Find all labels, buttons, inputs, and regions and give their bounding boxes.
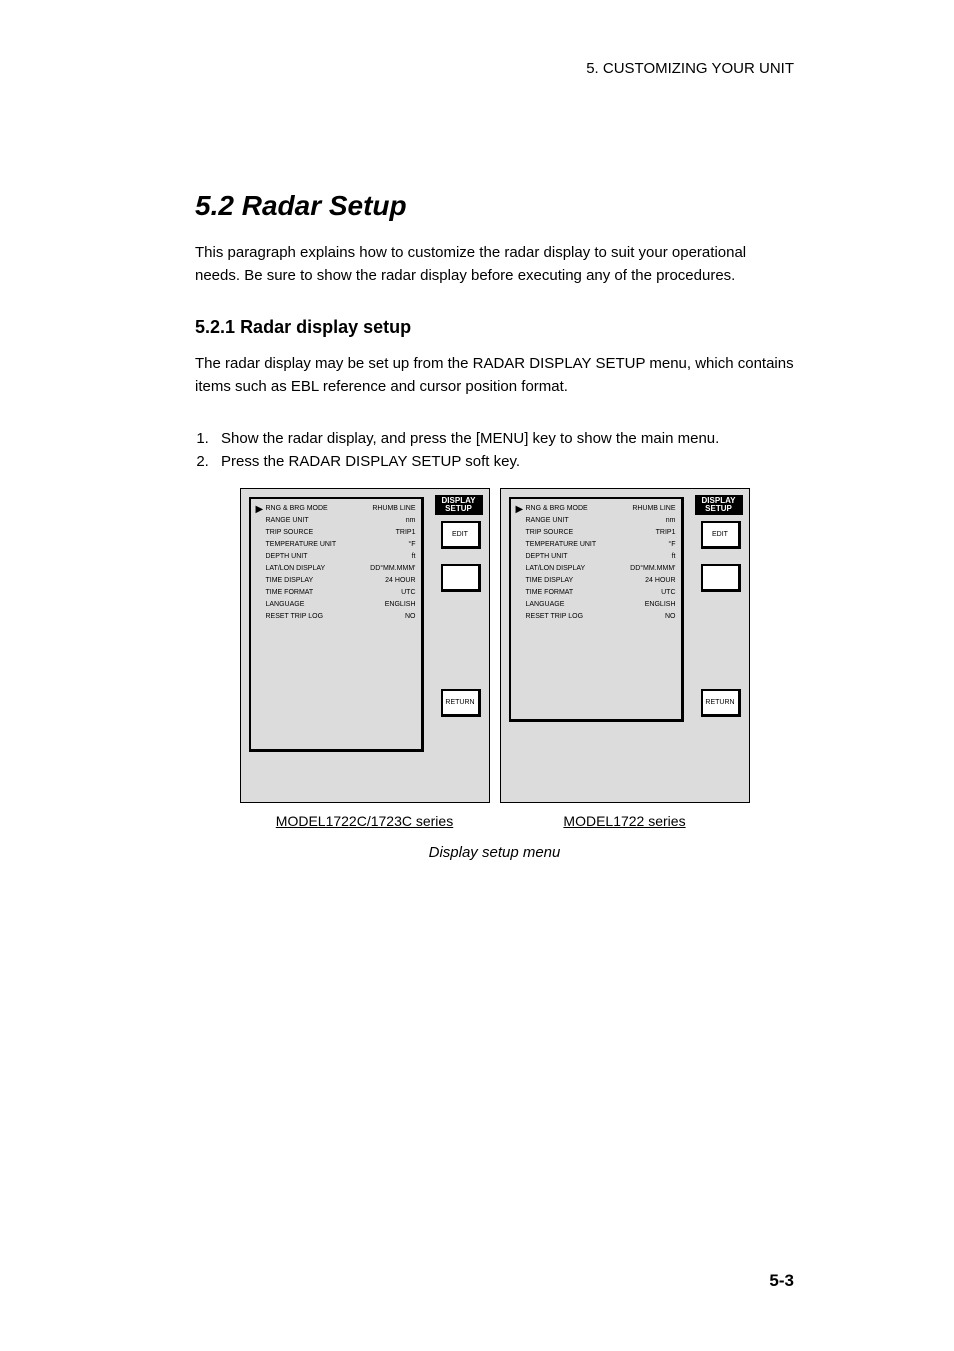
softkey-return[interactable]: RETURN bbox=[441, 689, 481, 717]
menu-item: RNG & BRG MODE bbox=[266, 505, 328, 512]
menu-value: 24 HOUR bbox=[645, 577, 675, 584]
menu-item: RNG & BRG MODE bbox=[526, 505, 588, 512]
diagram-panel-left: DISPLAY SETUP ▶ RNG & BRG MODE RHUMB LIN… bbox=[240, 488, 490, 829]
softkey-edit[interactable]: EDIT bbox=[441, 521, 481, 549]
screen-box: DISPLAY SETUP ▶ RNG & BRG MODE RHUMB LIN… bbox=[240, 488, 490, 803]
content-area: 5.2 Radar Setup This paragraph explains … bbox=[195, 190, 794, 861]
menu-value: UTC bbox=[661, 589, 675, 596]
menu-item: TRIP SOURCE bbox=[526, 529, 574, 536]
menu-value: °F bbox=[668, 541, 675, 548]
menu-value: ft bbox=[412, 553, 416, 560]
section-number: 5.2 bbox=[195, 190, 234, 221]
menu-box: ▶ RNG & BRG MODE RHUMB LINE RANGE UNIT n… bbox=[249, 497, 424, 752]
menu-value: UTC bbox=[401, 589, 415, 596]
menu-value: nm bbox=[666, 517, 676, 524]
menu-value: NO bbox=[405, 613, 416, 620]
menu-value: °F bbox=[408, 541, 415, 548]
section-title-text: Radar Setup bbox=[242, 190, 407, 221]
subsection-title-text: Radar display setup bbox=[240, 317, 411, 337]
menu-value: ENGLISH bbox=[645, 601, 676, 608]
page-number: 5-3 bbox=[769, 1271, 794, 1291]
page-header: 5. CUSTOMIZING YOUR UNIT bbox=[586, 60, 794, 77]
menu-item: DEPTH UNIT bbox=[266, 553, 308, 560]
panel-caption: MODEL1722C/1723C series bbox=[240, 813, 490, 829]
panel-caption: MODEL1722 series bbox=[500, 813, 750, 829]
menu-value: TRIP1 bbox=[656, 529, 676, 536]
diagram-container: DISPLAY SETUP ▶ RNG & BRG MODE RHUMB LIN… bbox=[195, 488, 794, 829]
menu-arrow-icon: ▶ bbox=[516, 504, 524, 515]
menu-item: LANGUAGE bbox=[266, 601, 305, 608]
menu-value: TRIP1 bbox=[396, 529, 416, 536]
softkey-blank[interactable] bbox=[701, 564, 741, 592]
menu-item: TIME FORMAT bbox=[266, 589, 314, 596]
intro-paragraph: This paragraph explains how to customize… bbox=[195, 242, 794, 287]
subsection-number: 5.2.1 bbox=[195, 317, 235, 337]
menu-item: TEMPERATURE UNIT bbox=[266, 541, 337, 548]
menu-value: DD°MM.MMM' bbox=[630, 565, 675, 572]
figure-caption: Display setup menu bbox=[195, 844, 794, 861]
menu-item: LANGUAGE bbox=[526, 601, 565, 608]
menu-value: DD°MM.MMM' bbox=[370, 565, 415, 572]
menu-item: RANGE UNIT bbox=[266, 517, 309, 524]
menu-item: LAT/LON DISPLAY bbox=[526, 565, 586, 572]
panel-title: DISPLAY SETUP bbox=[695, 495, 743, 515]
panel-title: DISPLAY SETUP bbox=[435, 495, 483, 515]
menu-item: TRIP SOURCE bbox=[266, 529, 314, 536]
menu-item: RESET TRIP LOG bbox=[266, 613, 324, 620]
menu-item: TEMPERATURE UNIT bbox=[526, 541, 597, 548]
menu-value: ft bbox=[672, 553, 676, 560]
subsection-title: 5.2.1 Radar display setup bbox=[195, 317, 794, 338]
step-list: Show the radar display, and press the [M… bbox=[195, 428, 794, 473]
diagram-panel-right: DISPLAY SETUP ▶ RNG & BRG MODE RHUMB LIN… bbox=[500, 488, 750, 829]
menu-item: TIME DISPLAY bbox=[526, 577, 574, 584]
menu-value: RHUMB LINE bbox=[632, 505, 675, 512]
step-item: Press the RADAR DISPLAY SETUP soft key. bbox=[213, 451, 794, 474]
menu-value: 24 HOUR bbox=[385, 577, 415, 584]
menu-item: DEPTH UNIT bbox=[526, 553, 568, 560]
section-title: 5.2 Radar Setup bbox=[195, 190, 794, 222]
menu-value: ENGLISH bbox=[385, 601, 416, 608]
menu-box: ▶ RNG & BRG MODE RHUMB LINE RANGE UNIT n… bbox=[509, 497, 684, 722]
menu-arrow-icon: ▶ bbox=[256, 504, 264, 515]
menu-item: LAT/LON DISPLAY bbox=[266, 565, 326, 572]
menu-value: nm bbox=[406, 517, 416, 524]
menu-value: RHUMB LINE bbox=[372, 505, 415, 512]
step-item: Show the radar display, and press the [M… bbox=[213, 428, 794, 451]
menu-item: RESET TRIP LOG bbox=[526, 613, 584, 620]
menu-item: TIME DISPLAY bbox=[266, 577, 314, 584]
screen-box: DISPLAY SETUP ▶ RNG & BRG MODE RHUMB LIN… bbox=[500, 488, 750, 803]
menu-item: TIME FORMAT bbox=[526, 589, 574, 596]
subsection-paragraph: The radar display may be set up from the… bbox=[195, 353, 794, 398]
softkey-blank[interactable] bbox=[441, 564, 481, 592]
menu-value: NO bbox=[665, 613, 676, 620]
menu-item: RANGE UNIT bbox=[526, 517, 569, 524]
softkey-edit[interactable]: EDIT bbox=[701, 521, 741, 549]
softkey-return[interactable]: RETURN bbox=[701, 689, 741, 717]
